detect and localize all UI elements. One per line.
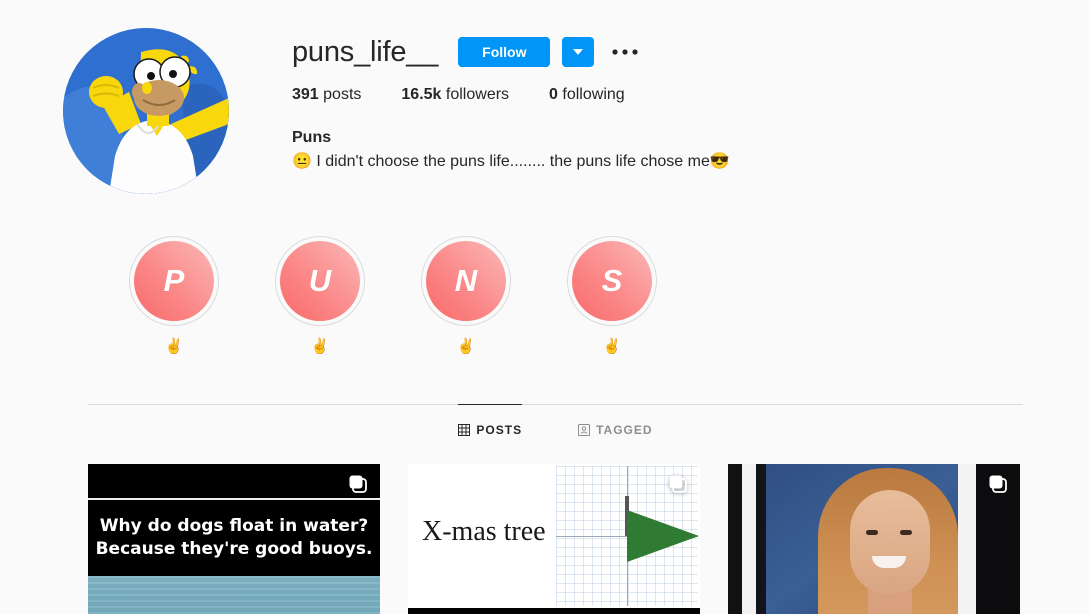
highlight-item-u[interactable]: U ✌️ xyxy=(264,236,376,356)
post-caption-line2: Because they're good buoys. xyxy=(95,539,373,559)
tab-posts-label: POSTS xyxy=(476,423,523,437)
grid-icon xyxy=(458,424,471,436)
carousel-icon xyxy=(349,475,367,493)
follow-dropdown-button[interactable] xyxy=(562,37,595,67)
instagram-profile-page: puns_life__ Follow 391 posts 16.5k follo… xyxy=(0,0,1089,614)
stat-following-value: 0 xyxy=(549,86,558,103)
tab-posts[interactable]: POSTS xyxy=(458,404,523,451)
highlight-label: ✌️ xyxy=(310,338,330,355)
page-title: puns_life__ xyxy=(292,36,439,68)
follow-button[interactable]: Follow xyxy=(458,37,551,67)
profile-tabs: POSTS TAGGED xyxy=(88,404,1023,452)
highlight-cover-letter: S xyxy=(572,241,652,321)
post-thumbnail[interactable] xyxy=(728,464,1020,614)
post-thumbnail[interactable]: Why do dogs float in water? Because they… xyxy=(88,464,380,614)
stat-following-label: following xyxy=(562,86,625,103)
tab-tagged[interactable]: TAGGED xyxy=(578,404,652,451)
highlight-ring[interactable]: P xyxy=(129,236,219,326)
stat-posts-value: 391 xyxy=(292,86,319,103)
carousel-icon xyxy=(669,475,687,493)
stat-followers-value: 16.5k xyxy=(401,86,442,103)
highlight-cover-letter: U xyxy=(280,241,360,321)
bio-section: Puns 😐 I didn't choose the puns life....… xyxy=(292,126,1089,174)
post-image: X-mas tree xyxy=(408,464,700,614)
highlight-ring[interactable]: N xyxy=(421,236,511,326)
chevron-down-icon xyxy=(573,49,584,55)
stat-posts: 391 posts xyxy=(292,86,361,104)
profile-info-column: puns_life__ Follow 391 posts 16.5k follo… xyxy=(292,20,1089,194)
ellipsis-icon xyxy=(612,49,639,55)
bio-text: 😐 I didn't choose the puns life........ … xyxy=(292,153,730,170)
post-grid: Why do dogs float in water? Because they… xyxy=(0,452,1089,614)
homer-simpson-avatar-icon xyxy=(63,28,229,194)
highlight-item-n[interactable]: N ✌️ xyxy=(410,236,522,356)
highlight-label: ✌️ xyxy=(164,338,184,355)
highlight-item-s[interactable]: S ✌️ xyxy=(556,236,668,356)
highlight-cover-letter: N xyxy=(426,241,506,321)
post-image: Why do dogs float in water? Because they… xyxy=(88,464,380,614)
stat-followers[interactable]: 16.5k followers xyxy=(401,86,509,104)
stats-row: 391 posts 16.5k followers 0 following xyxy=(292,86,1089,104)
tab-tagged-label: TAGGED xyxy=(596,422,653,437)
stat-posts-label: posts xyxy=(323,86,362,103)
highlight-ring[interactable]: U xyxy=(275,236,365,326)
stat-following[interactable]: 0 following xyxy=(549,86,625,104)
profile-header: puns_life__ Follow 391 posts 16.5k follo… xyxy=(0,0,1089,194)
tagged-person-icon xyxy=(578,423,591,436)
stat-followers-label: followers xyxy=(445,86,510,103)
post-thumbnail[interactable]: X-mas tree xyxy=(408,464,700,614)
avatar-column xyxy=(0,20,292,194)
highlight-label: ✌️ xyxy=(456,338,476,355)
highlight-ring[interactable]: S xyxy=(567,236,657,326)
highlight-item-p[interactable]: P ✌️ xyxy=(118,236,230,356)
carousel-icon xyxy=(989,475,1007,493)
post-image xyxy=(728,464,1020,614)
story-highlights: P ✌️ U ✌️ N ✌️ S ✌️ xyxy=(0,194,1089,356)
post-caption-line1: Why do dogs float in water? xyxy=(99,516,369,536)
username-row: puns_life__ Follow xyxy=(292,32,1089,72)
highlight-cover-letter: P xyxy=(134,241,214,321)
highlight-label: ✌️ xyxy=(602,338,622,355)
more-options-button[interactable] xyxy=(610,37,640,67)
full-name: Puns xyxy=(292,129,332,146)
post-caption-line1: X-mas tree xyxy=(422,516,546,547)
avatar[interactable] xyxy=(63,28,229,194)
